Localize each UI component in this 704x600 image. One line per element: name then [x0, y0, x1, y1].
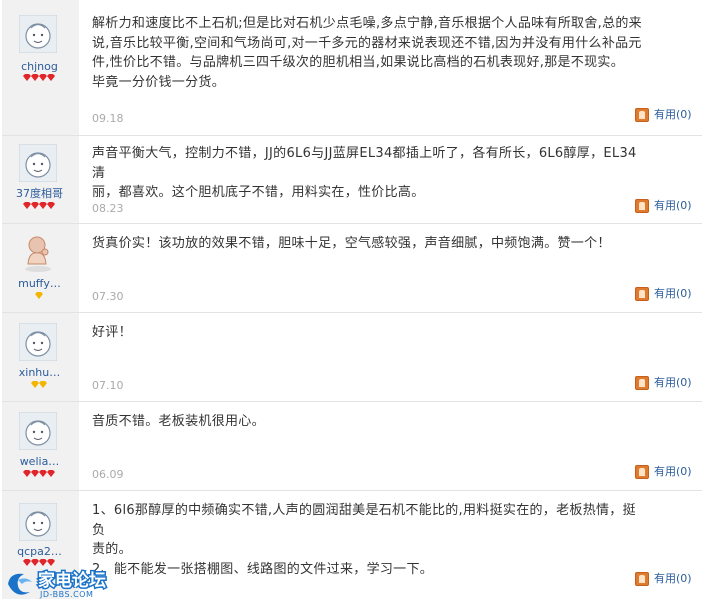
red-gem-icon — [22, 202, 31, 209]
review-line: 2、能不能发一张搭棚图、线路图的文件过来，学习一下。 — [92, 561, 434, 577]
reviewer-name[interactable]: chjnog — [4, 60, 75, 73]
useful-button[interactable]: 有用(0) — [635, 465, 701, 481]
reviewer-name[interactable]: qcpa2… — [4, 545, 75, 558]
useful-label: 有用(0) — [654, 465, 692, 478]
review-date: 07.30 — [92, 290, 124, 303]
reviewer-name[interactable]: xinhu… — [4, 366, 75, 379]
review-item: xinhu… 好评！ 07.10 有用(0) — [2, 313, 702, 402]
level-badges — [2, 470, 75, 480]
red-gem-icon — [46, 559, 55, 566]
site-watermark-logo: 家电论坛 JD-BBS.COM — [8, 569, 108, 599]
reviewer-panel: muffy… — [2, 224, 79, 312]
red-gem-icon — [38, 559, 47, 566]
review-line: 丽，都喜欢。这个胆机底子不错，用料实在，性价比高。 — [92, 185, 425, 200]
level-badges — [2, 292, 75, 302]
review-line: 毕竟一分价钱一分货。 — [92, 74, 226, 90]
review-line: 件,性价比不错。与品牌机三四千级次的胆机相当,如果说比高档的石机表现好,那是不现… — [92, 55, 624, 70]
thumbs-up-icon — [635, 108, 649, 122]
review-item: 37度相哥 声音平衡大气，控制力不错，JJ的6L6与JJ蓝屏EL34都插上听了，… — [2, 136, 702, 224]
thumbs-up-icon — [635, 287, 649, 301]
reviewer-panel: xinhu… — [2, 313, 79, 401]
yellow-gem-icon — [38, 381, 47, 388]
reviewer-panel: 37度相哥 — [2, 136, 79, 223]
thumbs-up-icon — [635, 376, 649, 390]
review-line: 解析力和速度比不上石机;但是比对石机少点毛噪,多点宁静,音乐根据个人品味有所取舍… — [92, 16, 642, 31]
useful-button[interactable]: 有用(0) — [635, 572, 701, 588]
watermark-domain: JD-BBS.COM — [39, 590, 93, 599]
yellow-gem-icon — [30, 381, 39, 388]
reviewer-panel: chjnog — [2, 0, 79, 135]
review-line: 1、6l6那醇厚的中频确实不错,人声的圆润甜美是石机不能比的,用料挺实在的，老板… — [92, 503, 636, 538]
review-date: 09.18 — [92, 112, 124, 125]
review-line: 货真价实！该功放的效果不错，胆味十足，空气感较强，声音细腻，中频饱满。赞一个！ — [92, 236, 611, 251]
review-item: welia… 音质不错。老板装机很用心。 06.09 有用(0) — [2, 402, 702, 491]
useful-label: 有用(0) — [654, 108, 692, 121]
useful-label: 有用(0) — [654, 287, 692, 300]
avatar[interactable] — [19, 323, 57, 361]
review-date: 06.09 — [92, 468, 124, 481]
thumbs-up-icon — [635, 572, 649, 586]
useful-label: 有用(0) — [654, 376, 692, 389]
review-text: 好评！ — [92, 323, 642, 343]
red-gem-icon — [46, 74, 55, 81]
red-gem-icon — [22, 74, 31, 81]
review-item: chjnog 解析力和速度比不上石机;但是比对石机少点毛噪,多点宁静,音乐根据个… — [2, 0, 702, 136]
review-text: 1、6l6那醇厚的中频确实不错,人声的圆润甜美是石机不能比的,用料挺实在的，老板… — [92, 501, 642, 579]
red-gem-icon — [30, 74, 39, 81]
review-line: 音质不错。老板装机很用心。 — [92, 414, 265, 429]
review-text: 音质不错。老板装机很用心。 — [92, 412, 642, 432]
useful-button[interactable]: 有用(0) — [635, 376, 701, 392]
red-gem-icon — [30, 202, 39, 209]
review-date: 07.10 — [92, 379, 124, 392]
yellow-gem-icon — [34, 292, 43, 299]
useful-button[interactable]: 有用(0) — [635, 287, 701, 303]
thumbs-up-icon — [635, 199, 649, 213]
reviewer-panel: welia… — [2, 402, 79, 490]
watermark-name: 家电论坛 — [38, 570, 106, 591]
avatar[interactable] — [19, 234, 57, 272]
useful-label: 有用(0) — [654, 572, 692, 585]
review-text: 货真价实！该功放的效果不错，胆味十足，空气感较强，声音细腻，中频饱满。赞一个！ — [92, 234, 642, 254]
reviewer-name[interactable]: muffy… — [4, 277, 75, 290]
avatar[interactable] — [19, 144, 57, 182]
level-badges — [2, 74, 75, 84]
avatar[interactable] — [19, 15, 57, 53]
avatar[interactable] — [19, 503, 57, 541]
red-gem-icon — [30, 470, 39, 477]
red-gem-icon — [38, 202, 47, 209]
review-text: 声音平衡大气，控制力不错，JJ的6L6与JJ蓝屏EL34都插上听了，各有所长，6… — [92, 144, 642, 203]
review-item: muffy… 货真价实！该功放的效果不错，胆味十足，空气感较强，声音细腻，中频饱… — [2, 224, 702, 313]
avatar[interactable] — [19, 412, 57, 450]
red-gem-icon — [38, 470, 47, 477]
review-line: 好评！ — [92, 325, 132, 340]
review-line: 说,音乐比较平衡,空间和气场尚可,对一千多元的器材来说表现还不错,因为并没有用什… — [92, 35, 642, 51]
red-gem-icon — [30, 559, 39, 566]
reviewer-name[interactable]: 37度相哥 — [4, 185, 75, 201]
red-gem-icon — [46, 470, 55, 477]
red-gem-icon — [38, 74, 47, 81]
reviewer-name[interactable]: welia… — [4, 455, 75, 468]
review-date: 08.23 — [92, 202, 124, 215]
thumbs-up-icon — [635, 465, 649, 479]
red-gem-icon — [46, 202, 55, 209]
useful-label: 有用(0) — [654, 199, 692, 212]
level-badges — [2, 202, 75, 212]
red-gem-icon — [22, 559, 31, 566]
review-text: 解析力和速度比不上石机;但是比对石机少点毛噪,多点宁静,音乐根据个人品味有所取舍… — [92, 14, 642, 92]
useful-button[interactable]: 有用(0) — [635, 108, 701, 124]
level-badges — [2, 381, 75, 391]
review-line: 责的。 — [92, 542, 132, 557]
red-gem-icon — [22, 470, 31, 477]
review-line: 声音平衡大气，控制力不错，JJ的6L6与JJ蓝屏EL34都插上听了，各有所长，6… — [92, 146, 637, 181]
useful-button[interactable]: 有用(0) — [635, 199, 701, 215]
